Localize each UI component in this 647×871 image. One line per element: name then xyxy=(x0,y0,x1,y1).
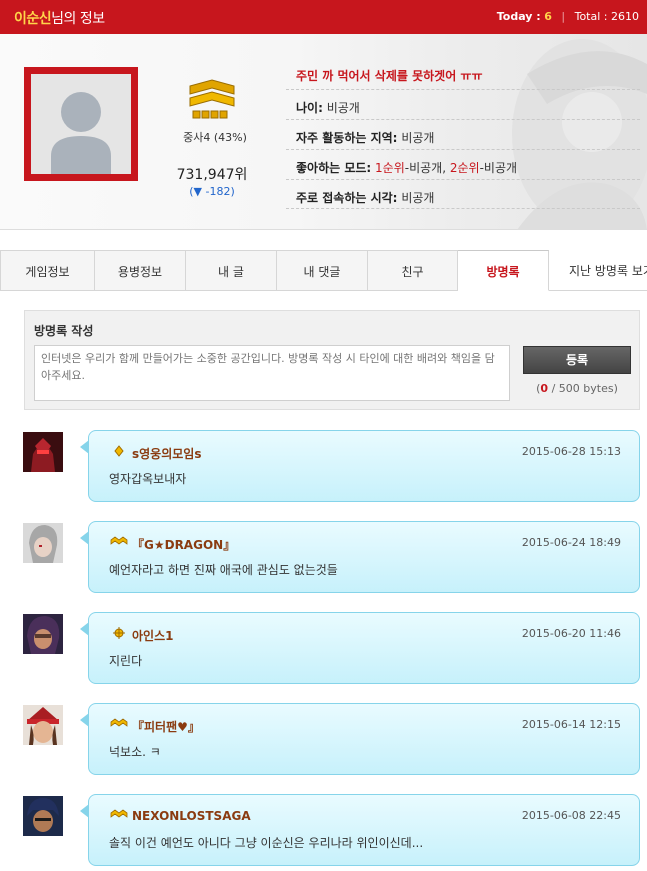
mode-value1: -비공개, xyxy=(404,161,447,175)
time-value: 비공개 xyxy=(401,191,435,205)
score: 731,947위 xyxy=(176,167,248,183)
mode-label: 좋아하는 모드: xyxy=(296,161,372,175)
info-row-mode: 좋아하는 모드: 1순위-비공개, 2순위-비공개 xyxy=(286,149,640,179)
comment-text: 넉보소. ㅋ xyxy=(109,745,161,759)
rank-badge-icon xyxy=(114,445,124,457)
bytes-rest: / 500 bytes) xyxy=(548,382,618,395)
tab-game-info[interactable]: 게임정보 xyxy=(0,250,95,291)
rank-badge-icon xyxy=(110,809,128,818)
guestbook-write-box: 방명록 작성 등록 (0 / 500 bytes) xyxy=(24,310,640,410)
author-nickname[interactable]: NEXONLOSTSAGA xyxy=(132,809,251,823)
profile-title: 이순신님의 정보 xyxy=(14,8,105,28)
comment-text: 영자갑옥보내자 xyxy=(109,472,187,486)
comment-text: 예언자라고 하면 진짜 애국에 관심도 없는것들 xyxy=(109,563,338,577)
comment-bubble: 『G★DRAGON』 2015-06-24 18:49 예언자라고 하면 진짜 … xyxy=(88,521,640,593)
bytes-current: 0 xyxy=(540,382,549,395)
mode-rank1: 1순위 xyxy=(375,161,405,175)
total-count: 2610 xyxy=(611,10,639,23)
profile-panel: 중사4 (43%) 731,947위 (▼ -182) 주민 까 먹어서 삭제를… xyxy=(0,34,647,230)
author-nickname[interactable]: 『G★DRAGON』 xyxy=(132,536,235,553)
guestbook-input[interactable] xyxy=(34,345,510,401)
score-change: (▼ -182) xyxy=(189,185,235,198)
guestbook-entry: 『피터팬♥』 2015-06-14 12:15 넉보소. ㅋ xyxy=(23,703,640,777)
comment-date: 2015-06-28 15:13 xyxy=(521,445,621,458)
character-avatar[interactable] xyxy=(23,705,63,745)
comment-date: 2015-06-20 11:46 xyxy=(521,627,621,640)
tab-mercenary-info[interactable]: 용병정보 xyxy=(95,250,186,291)
comment-bubble: NEXONLOSTSAGA 2015-06-08 22:45 솔직 이건 예언도… xyxy=(88,794,640,866)
status-message: 주민 까 먹어서 삭제를 못하겟어 ㅠㅠ xyxy=(296,69,483,83)
mode-rank2: 2순위 xyxy=(449,161,480,175)
region-value: 비공개 xyxy=(401,131,435,145)
visitor-stats: Today : 6 | Total : 2610 xyxy=(497,10,639,23)
comment-bubble: s영웅의모임s 2015-06-28 15:13 영자갑옥보내자 xyxy=(88,430,640,502)
comment-text: 지린다 xyxy=(109,654,143,668)
profile-header-bar: 이순신님의 정보 Today : 6 | Total : 2610 xyxy=(0,0,647,34)
guestbook-entry: 『G★DRAGON』 2015-06-24 18:49 예언자라고 하면 진짜 … xyxy=(23,521,640,595)
profile-tabs: 게임정보 용병정보 내 글 내 댓글 친구 방명록 지난 방명록 보기 xyxy=(0,250,647,291)
profile-title-suffix: 님의 정보 xyxy=(51,11,105,27)
byte-counter: (0 / 500 bytes) xyxy=(523,382,631,395)
total-label: Total : xyxy=(574,10,608,23)
comment-date: 2015-06-14 12:15 xyxy=(521,718,621,731)
write-title: 방명록 작성 xyxy=(34,324,94,338)
rank-chevron-icon xyxy=(189,79,235,119)
info-row-age: 나이: 비공개 xyxy=(286,89,640,119)
tab-my-posts[interactable]: 내 글 xyxy=(186,250,277,291)
profile-user-name: 이순신 xyxy=(14,11,52,27)
guestbook-entry: 아인스1 2015-06-20 11:46 지린다 xyxy=(23,612,640,686)
comment-bubble: 『피터팬♥』 2015-06-14 12:15 넉보소. ㅋ xyxy=(88,703,640,775)
guestbook-entry: s영웅의모임s 2015-06-28 15:13 영자갑옥보내자 xyxy=(23,430,640,504)
guestbook-entry: NEXONLOSTSAGA 2015-06-08 22:45 솔직 이건 예언도… xyxy=(23,794,640,868)
tab-my-comments[interactable]: 내 댓글 xyxy=(277,250,368,291)
region-label: 자주 활동하는 지역: xyxy=(296,131,398,145)
rank-badge-icon xyxy=(110,718,128,727)
today-count: 6 xyxy=(544,10,552,23)
character-avatar[interactable] xyxy=(23,796,63,836)
mode-value2: -비공개 xyxy=(479,161,518,175)
author-nickname[interactable]: 『피터팬♥』 xyxy=(132,718,200,735)
today-label: Today : xyxy=(496,10,541,23)
character-avatar[interactable] xyxy=(23,614,63,654)
author-nickname[interactable]: 아인스1 xyxy=(132,627,173,644)
comment-bubble: 아인스1 2015-06-20 11:46 지린다 xyxy=(88,612,640,684)
rank-badge-icon xyxy=(110,536,128,545)
character-avatar[interactable] xyxy=(23,523,63,563)
tab-guestbook[interactable]: 방명록 xyxy=(458,250,549,291)
info-row-time: 주로 접속하는 시각: 비공개 xyxy=(286,179,640,209)
rank-badge-icon xyxy=(113,627,125,639)
tab-friends[interactable]: 친구 xyxy=(368,250,458,291)
age-value: 비공개 xyxy=(326,101,360,115)
comment-date: 2015-06-24 18:49 xyxy=(521,536,621,549)
submit-button[interactable]: 등록 xyxy=(523,346,631,374)
rank-text: 중사4 (43%) xyxy=(183,131,247,144)
profile-avatar xyxy=(24,67,138,181)
stats-separator: | xyxy=(561,10,566,23)
author-nickname[interactable]: s영웅의모임s xyxy=(132,445,202,462)
age-label: 나이: xyxy=(296,101,323,115)
tab-past-guestbook[interactable]: 지난 방명록 보기 xyxy=(549,250,647,291)
comment-date: 2015-06-08 22:45 xyxy=(521,809,621,822)
comment-text: 솔직 이건 예언도 아니다 그냥 이순신은 우리나라 위인이신데... xyxy=(109,836,424,850)
info-row-region: 자주 활동하는 지역: 비공개 xyxy=(286,119,640,149)
default-avatar-icon xyxy=(31,74,131,174)
character-avatar[interactable] xyxy=(23,432,63,472)
time-label: 주로 접속하는 시각: xyxy=(296,191,398,205)
